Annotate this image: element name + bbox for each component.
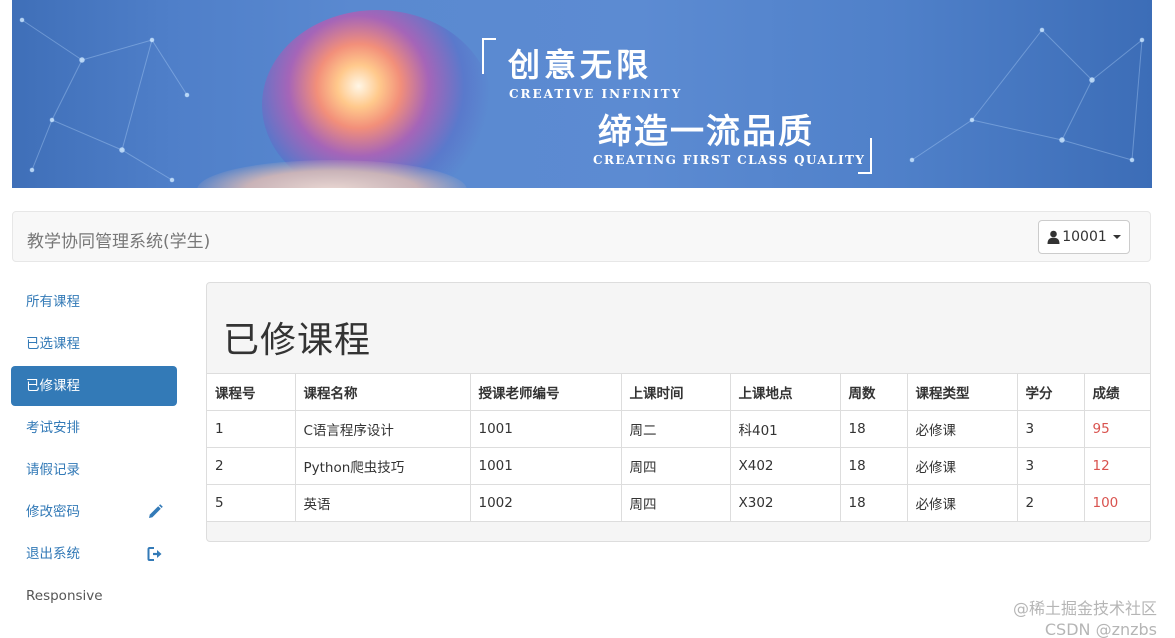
cell-course-id: 5 [207,484,296,522]
sidebar-item-label: 所有课程 [26,294,80,310]
pencil-icon [149,504,163,518]
app-brand[interactable]: 教学协同管理系统(学生) [27,227,210,252]
cell-location: X302 [729,484,841,522]
cell-course-id: 1 [207,410,296,448]
cell-course-name: C语言程序设计 [294,410,471,448]
user-menu-button[interactable]: 10001 [1038,220,1130,254]
cell-teacher-id: 1002 [469,484,622,522]
cell-teacher-id: 1001 [469,447,622,485]
cell-course-name: Python爬虫技巧 [294,447,471,485]
table-row: 2 Python爬虫技巧 1001 周四 X402 18 必修课 3 12 [207,447,1150,485]
table-row: 5 英语 1002 周四 X302 18 必修课 2 100 [207,484,1150,522]
cell-teacher-id: 1001 [469,410,622,448]
col-credits: 学分 [1016,373,1085,411]
col-course-name: 课程名称 [294,373,471,411]
user-icon [1047,230,1060,244]
panel-header: 已修课程 [207,283,1150,373]
cell-weeks: 18 [839,484,908,522]
caret-down-icon [1112,235,1121,239]
header-banner: 创意无限 CREATIVE INFINITY 缔造一流品质 CREATING F… [12,0,1152,188]
col-class-time: 上课时间 [620,373,731,411]
cell-class-time: 周四 [620,484,731,522]
sidebar-item-label: 修改密码 [26,504,80,520]
banner-slogan-2: 缔造一流品质 [598,112,814,152]
cell-location: 科401 [729,410,841,448]
col-course-id: 课程号 [207,373,296,411]
banner-slogan-1: 创意无限 [508,46,653,84]
col-location: 上课地点 [729,373,841,411]
sidebar-item-label: 退出系统 [26,546,80,562]
cell-weeks: 18 [839,447,908,485]
sidebar-item-responsive[interactable]: Responsive [11,576,177,616]
page-title: 已修课程 [223,320,372,361]
banner-slogan-1-en: CREATIVE INFINITY [509,87,683,101]
cell-course-type: 必修课 [906,410,1018,448]
cell-class-time: 周四 [620,447,731,485]
top-navbar: 教学协同管理系统(学生) 10001 [12,211,1151,262]
cell-credits: 2 [1016,484,1085,522]
user-id-label: 10001 [1062,229,1107,245]
table-header-row: 课程号 课程名称 授课老师编号 上课时间 上课地点 周数 课程类型 学分 成绩 [207,373,1150,411]
sidebar-item-label: 已选课程 [26,336,80,352]
sidebar-item-change-password[interactable]: 修改密码 [11,492,177,532]
logout-icon [147,547,162,561]
sidebar-item-exam-schedule[interactable]: 考试安排 [11,408,177,448]
cell-course-name: 英语 [294,484,471,522]
watermark-line-1: @稀土掘金技术社区 [1012,599,1157,618]
cell-course-type: 必修课 [906,484,1018,522]
cell-course-type: 必修课 [906,447,1018,485]
cell-weeks: 18 [839,410,908,448]
cell-class-time: 周二 [620,410,731,448]
banner-slogan-2-en: CREATING FIRST CLASS QUALITY [593,153,866,167]
cell-course-id: 2 [207,447,296,485]
sidebar-item-completed-courses[interactable]: 已修课程 [11,366,177,406]
watermark: @稀土掘金技术社区 CSDN @znzbs [1013,598,1157,638]
sidebar-item-selected-courses[interactable]: 已选课程 [11,324,177,364]
col-teacher-id: 授课老师编号 [469,373,622,411]
col-course-type: 课程类型 [906,373,1018,411]
completed-courses-panel: 已修课程 课程号 课程名称 授课老师编号 上课时间 上课地点 周数 课程类型 学… [206,282,1151,542]
courses-table: 课程号 课程名称 授课老师编号 上课时间 上课地点 周数 课程类型 学分 成绩 … [207,373,1150,522]
table-row: 1 C语言程序设计 1001 周二 科401 18 必修课 3 95 [207,410,1150,448]
cell-score: 12 [1083,447,1150,485]
watermark-line-2: CSDN @znzbs [1044,620,1157,638]
sidebar-item-leave-records[interactable]: 请假记录 [11,450,177,490]
sidebar-item-label: 请假记录 [26,462,80,478]
sidebar-nav: 所有课程 已选课程 已修课程 考试安排 请假记录 修改密码 退出系统 Respo… [11,282,177,618]
sidebar-item-logout[interactable]: 退出系统 [11,534,177,574]
sidebar-item-all-courses[interactable]: 所有课程 [11,282,177,322]
col-weeks: 周数 [839,373,908,411]
sidebar-item-label: 考试安排 [26,420,80,436]
cell-credits: 3 [1016,447,1085,485]
cell-score: 95 [1083,410,1150,448]
sidebar-item-label: 已修课程 [26,378,80,394]
sidebar-item-label: Responsive [26,588,103,604]
cell-credits: 3 [1016,410,1085,448]
cell-location: X402 [729,447,841,485]
col-score: 成绩 [1083,373,1150,411]
cell-score: 100 [1083,484,1150,522]
decor-bracket-top-left [482,38,496,74]
